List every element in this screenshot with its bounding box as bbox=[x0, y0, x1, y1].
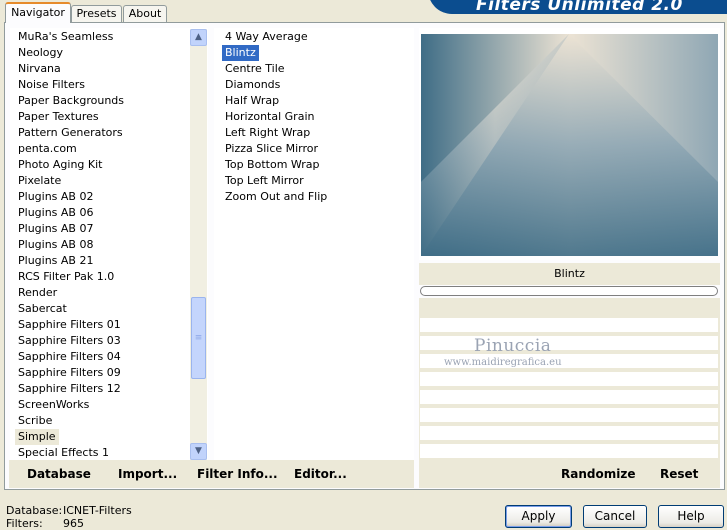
category-item[interactable]: Photo Aging Kit bbox=[15, 157, 105, 173]
category-item[interactable]: Scribe bbox=[15, 413, 55, 429]
category-item[interactable]: Sapphire Filters 01 bbox=[15, 317, 124, 333]
category-item[interactable]: Simple bbox=[15, 429, 59, 445]
filter-item[interactable]: Blintz bbox=[222, 45, 259, 61]
filter-item[interactable]: Diamonds bbox=[222, 77, 283, 93]
category-item[interactable]: Sapphire Filters 03 bbox=[15, 333, 124, 349]
filter-item[interactable]: Pizza Slice Mirror bbox=[222, 141, 321, 157]
database-label: Database: bbox=[6, 504, 63, 517]
category-item[interactable]: Plugins AB 08 bbox=[15, 237, 96, 253]
filter-item[interactable]: Zoom Out and Flip bbox=[222, 189, 330, 205]
category-item[interactable]: Special Effects 1 bbox=[15, 445, 112, 461]
parameter-row[interactable] bbox=[420, 390, 718, 404]
filter-item[interactable]: Half Wrap bbox=[222, 93, 282, 109]
chevron-down-icon[interactable]: ▼ bbox=[190, 443, 207, 460]
tab-about[interactable]: About bbox=[123, 5, 167, 22]
filter-info-button[interactable]: Filter Info... bbox=[197, 460, 278, 488]
cancel-button[interactable]: Cancel bbox=[583, 505, 647, 528]
tab-strip: Navigator Presets About bbox=[0, 0, 430, 23]
database-value: ICNET-Filters bbox=[63, 504, 132, 517]
filter-list[interactable]: 4 Way Average Blintz Centre Tile Diamonds Ha… bbox=[214, 28, 414, 460]
category-item[interactable]: Sapphire Filters 12 bbox=[15, 381, 124, 397]
category-item[interactable]: Pixelate bbox=[15, 173, 64, 189]
scrollbar-thumb[interactable]: ≡ bbox=[191, 297, 206, 379]
parameter-row[interactable] bbox=[420, 444, 718, 458]
filter-item[interactable]: Top Bottom Wrap bbox=[222, 157, 323, 173]
category-item[interactable]: Render bbox=[15, 285, 60, 301]
filters-label: Filters: bbox=[6, 517, 43, 530]
filters-count: 965 bbox=[63, 517, 84, 530]
left-button-bar: Database Import... Filter Info... Editor… bbox=[9, 460, 414, 488]
category-item[interactable]: Neology bbox=[15, 45, 66, 61]
randomize-button[interactable]: Randomize bbox=[561, 460, 635, 488]
category-item[interactable]: Sapphire Filters 04 bbox=[15, 349, 124, 365]
tab-navigator[interactable]: Navigator bbox=[5, 2, 71, 23]
app-banner-title: Filters Unlimited 2.0 bbox=[428, 0, 727, 15]
filter-item[interactable]: Left Right Wrap bbox=[222, 125, 313, 141]
category-item[interactable]: Paper Backgrounds bbox=[15, 93, 127, 109]
category-item[interactable]: Sapphire Filters 09 bbox=[15, 365, 124, 381]
category-item[interactable]: Nirvana bbox=[15, 61, 64, 77]
filter-item[interactable]: Top Left Mirror bbox=[222, 173, 307, 189]
right-button-bar: Randomize Reset bbox=[419, 460, 720, 488]
category-item[interactable]: Plugins AB 07 bbox=[15, 221, 96, 237]
import-button[interactable]: Import... bbox=[118, 460, 177, 488]
reset-button[interactable]: Reset bbox=[660, 460, 698, 488]
category-item[interactable]: Noise Filters bbox=[15, 77, 88, 93]
filter-item[interactable]: 4 Way Average bbox=[222, 29, 311, 45]
parameter-area bbox=[419, 298, 720, 460]
watermark-url: www.maidiregrafica.eu bbox=[444, 357, 562, 368]
parameter-row[interactable] bbox=[420, 336, 718, 350]
filter-item[interactable]: Centre Tile bbox=[222, 61, 288, 77]
category-item[interactable]: RCS Filter Pak 1.0 bbox=[15, 269, 117, 285]
parameter-row[interactable] bbox=[420, 408, 718, 422]
category-item[interactable]: Pattern Generators bbox=[15, 125, 126, 141]
editor-button[interactable]: Editor... bbox=[294, 460, 347, 488]
parameter-row[interactable] bbox=[420, 426, 718, 440]
parameter-row[interactable] bbox=[420, 318, 718, 332]
category-item[interactable]: Paper Textures bbox=[15, 109, 102, 125]
parameter-row[interactable] bbox=[420, 372, 718, 386]
category-item[interactable]: MuRa's Seamless bbox=[15, 29, 116, 45]
category-item[interactable]: penta.com bbox=[15, 141, 80, 157]
preview-image bbox=[421, 34, 718, 256]
watermark-name: Pinuccia bbox=[474, 336, 552, 356]
help-button[interactable]: Help bbox=[658, 505, 724, 528]
tab-presets[interactable]: Presets bbox=[71, 5, 122, 22]
category-item[interactable]: Plugins AB 02 bbox=[15, 189, 96, 205]
apply-button[interactable]: Apply bbox=[505, 505, 572, 528]
category-item[interactable]: Plugins AB 06 bbox=[15, 205, 96, 221]
database-button[interactable]: Database bbox=[27, 460, 91, 488]
category-item[interactable]: ScreenWorks bbox=[15, 397, 92, 413]
preview-panel bbox=[419, 28, 720, 260]
status-area: Database:ICNET-Filters Filters: 965 bbox=[6, 504, 132, 530]
progress-bar bbox=[420, 286, 718, 296]
category-item[interactable]: Plugins AB 21 bbox=[15, 253, 96, 269]
filter-item[interactable]: Horizontal Grain bbox=[222, 109, 317, 125]
chevron-up-icon[interactable]: ▲ bbox=[190, 29, 207, 46]
category-item[interactable]: Sabercat bbox=[15, 301, 70, 317]
category-list[interactable]: MuRa's Seamless Neology Nirvana Noise Filte… bbox=[10, 28, 208, 460]
category-scrollbar[interactable]: ▲ ≡ ▼ bbox=[190, 29, 207, 460]
selected-filter-name: Blintz bbox=[419, 263, 720, 285]
